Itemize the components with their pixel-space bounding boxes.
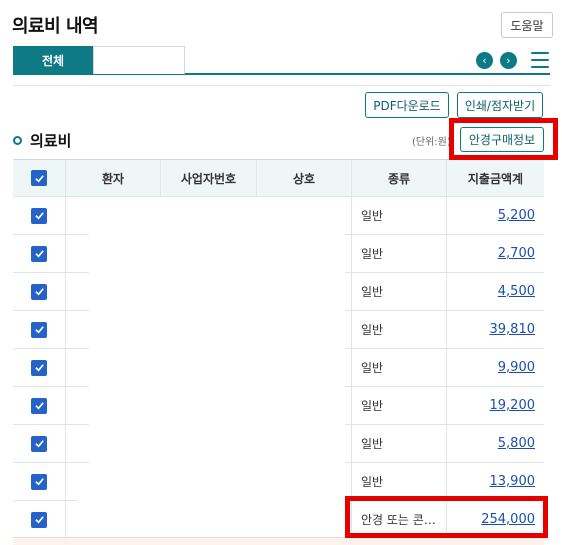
- table-footer: [13, 537, 544, 545]
- row-checkbox[interactable]: [31, 511, 47, 528]
- row-amount-link[interactable]: 19,200: [490, 398, 536, 413]
- page-title: 의료비 내역: [12, 16, 99, 37]
- row-checkbox[interactable]: [31, 435, 47, 452]
- column-header-business-number: 사업자번호: [161, 160, 257, 196]
- row-checkbox[interactable]: [31, 321, 47, 338]
- row-amount-link[interactable]: 5,800: [498, 436, 535, 451]
- row-amount-link[interactable]: 9,900: [498, 360, 535, 375]
- table-header-row: 환자 사업자번호 상호 종류 지출금액계: [13, 159, 544, 197]
- section-title-label: 의료비: [30, 132, 72, 150]
- unit-label: (단위:원): [412, 137, 451, 148]
- row-kind: 일반: [361, 437, 384, 451]
- row-amount-link[interactable]: 4,500: [498, 284, 535, 299]
- row-checkbox[interactable]: [31, 397, 47, 414]
- divider: [13, 85, 550, 86]
- tab-all[interactable]: 전체: [13, 46, 93, 74]
- chevron-left-icon[interactable]: ‹: [476, 52, 493, 69]
- row-amount-link[interactable]: 2,700: [498, 246, 535, 261]
- hamburger-menu-icon[interactable]: [531, 52, 549, 68]
- row-kind: 일반: [361, 209, 384, 223]
- redaction-mask: [89, 197, 345, 537]
- column-header-patient: 환자: [66, 160, 161, 196]
- tab-bar: 전체: [13, 46, 550, 75]
- row-checkbox[interactable]: [31, 245, 47, 262]
- row-checkbox[interactable]: [31, 359, 47, 376]
- column-header-kind: 종류: [352, 160, 447, 196]
- help-button[interactable]: 도움말: [501, 12, 553, 38]
- row-amount-link[interactable]: 5,200: [498, 208, 535, 223]
- header-select-all[interactable]: [13, 160, 66, 196]
- row-checkbox[interactable]: [31, 207, 47, 224]
- row-checkbox[interactable]: [31, 473, 47, 490]
- row-kind: 일반: [361, 399, 384, 413]
- row-kind: 일반: [361, 475, 384, 489]
- row-kind: 일반: [361, 247, 384, 261]
- chevron-right-icon[interactable]: ›: [500, 52, 517, 69]
- print-braille-button[interactable]: 인쇄/점자받기: [457, 92, 543, 118]
- highlight-box-glasses-button: [449, 118, 558, 160]
- row-kind: 일반: [361, 323, 384, 337]
- section-title: 의료비: [13, 130, 71, 151]
- column-header-business-name: 상호: [257, 160, 352, 196]
- row-amount-link[interactable]: 13,900: [490, 474, 536, 489]
- redaction-mask: [78, 497, 346, 537]
- row-kind: 일반: [361, 285, 384, 299]
- column-header-amount: 지출금액계: [467, 171, 524, 186]
- row-kind: 일반: [361, 361, 384, 375]
- pdf-download-button[interactable]: PDF다운로드: [365, 92, 449, 118]
- highlight-box-glasses-row: [345, 496, 548, 538]
- row-amount-link[interactable]: 39,810: [490, 322, 536, 337]
- row-checkbox[interactable]: [31, 283, 47, 300]
- select-all-checkbox[interactable]: [31, 170, 47, 186]
- circle-bullet-icon: [13, 136, 22, 145]
- tab-secondary[interactable]: [93, 46, 185, 74]
